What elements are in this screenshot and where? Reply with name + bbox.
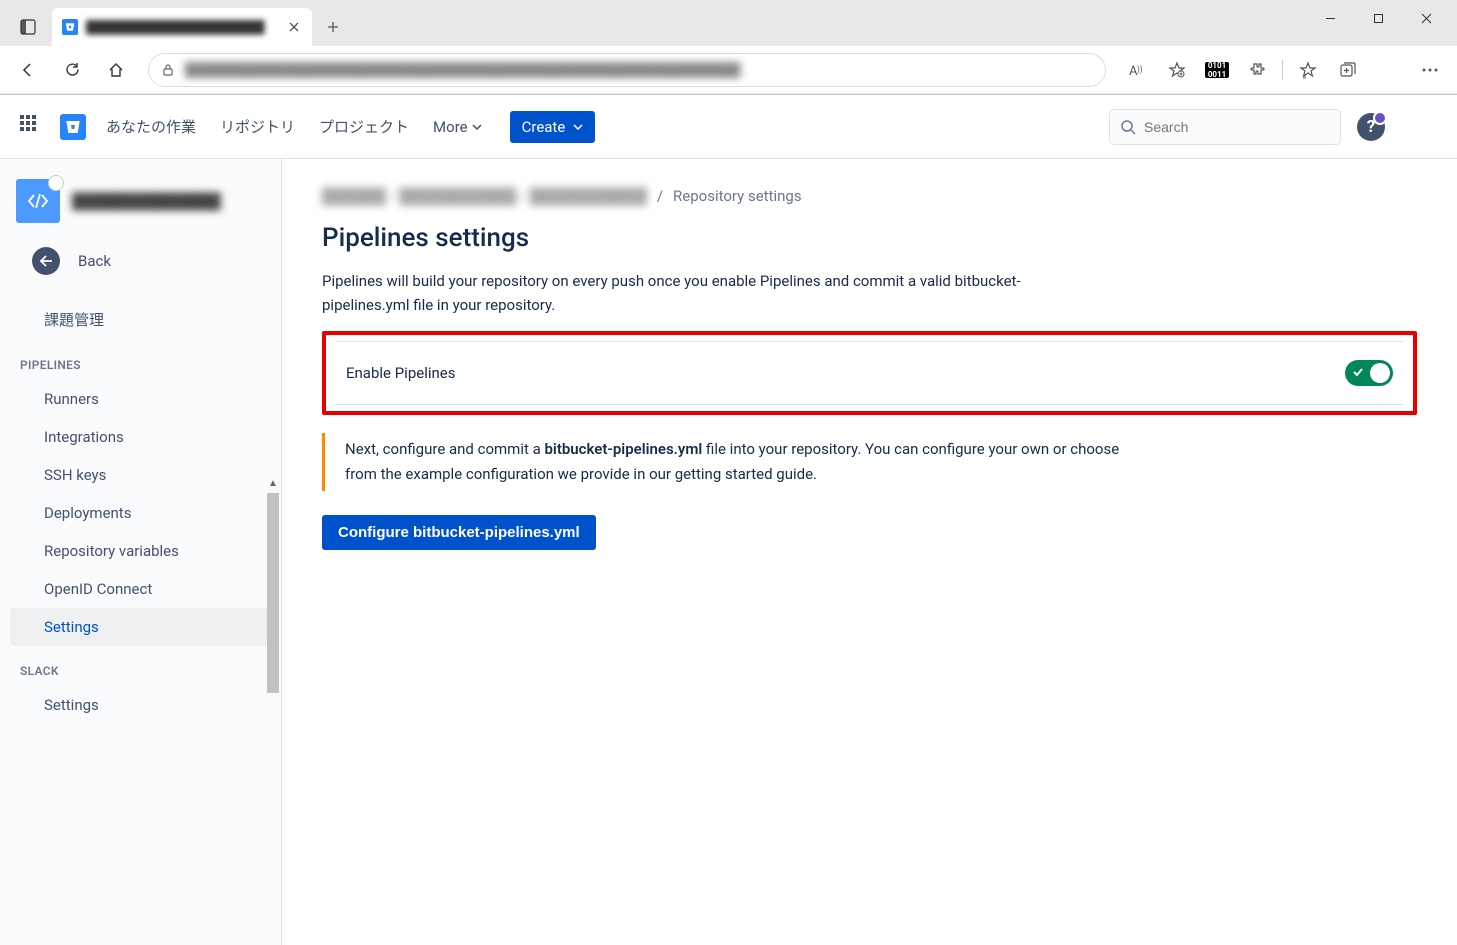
repo-icon [16,179,60,223]
browser-home-button[interactable] [96,50,136,90]
url-input[interactable] [185,62,1093,78]
page-description: Pipelines will build your repository on … [322,269,1102,317]
sidebar: ██████████████ Back 課題管理 PIPELINES Runne… [0,159,282,945]
scroll-up-arrow-icon[interactable]: ▲ [267,477,279,489]
address-bar[interactable] [148,53,1106,87]
breadcrumb: ██████ / ███████████ / ███████████ / Rep… [322,187,1417,205]
scrollbar-thumb[interactable] [267,493,279,693]
chevron-down-icon [472,124,482,130]
sidebar-scrollbar[interactable]: ▲ [265,493,281,913]
nav-projects[interactable]: プロジェクト [315,112,413,141]
enable-pipelines-label: Enable Pipelines [346,364,455,382]
sidebar-item-runners[interactable]: Runners [10,380,271,418]
nav-more[interactable]: More [429,114,486,140]
info-callout: Next, configure and commit a bitbucket-p… [322,433,1142,491]
repo-name: ██████████████ [72,192,221,210]
search-icon [1120,119,1136,135]
chevron-down-icon [573,124,583,130]
sidebar-item-openid[interactable]: OpenID Connect [10,570,271,608]
avatar[interactable] [1401,110,1437,144]
window-minimize-button[interactable] [1307,2,1353,34]
browser-back-button[interactable] [8,50,48,90]
sidebar-item-issue-mgmt[interactable]: 課題管理 [10,299,271,340]
sidebar-item-settings[interactable]: Settings [10,608,271,646]
read-aloud-icon[interactable]: A)) [1118,51,1156,89]
sidebar-item-slack-settings[interactable]: Settings [10,686,271,724]
nav-your-work[interactable]: あなたの作業 [102,112,200,141]
sidebar-item-ssh-keys[interactable]: SSH keys [10,456,271,494]
new-tab-button[interactable] [318,12,348,42]
sidebar-item-integrations[interactable]: Integrations [10,418,271,456]
help-button[interactable]: ? [1357,113,1385,141]
top-navigation: あなたの作業 リポジトリ プロジェクト More Create ? [0,95,1457,159]
page-title: Pipelines settings [322,223,1417,253]
toggle-knob [1370,363,1390,383]
extensions-icon[interactable] [1238,51,1276,89]
bitbucket-favicon [62,19,78,35]
lock-icon [161,63,175,77]
sidebar-section-pipelines: PIPELINES [0,340,281,380]
tab-title: █████████████████████ [86,20,278,34]
enable-pipelines-toggle[interactable] [1345,360,1393,386]
window-close-button[interactable] [1403,2,1449,34]
tab-overview-icon[interactable] [8,8,48,46]
check-icon [1352,366,1364,378]
collections-icon[interactable] [1329,51,1367,89]
svg-text:)): )) [1137,65,1143,74]
tab-close-icon[interactable] [286,19,302,35]
enable-pipelines-row: Enable Pipelines [336,341,1403,405]
configure-pipelines-button[interactable]: Configure bitbucket-pipelines.yml [322,515,596,550]
binary-extension-icon[interactable]: 01010011 [1198,51,1236,89]
main-content: ██████ / ███████████ / ███████████ / Rep… [282,159,1457,945]
repo-header[interactable]: ██████████████ [0,159,281,235]
favorite-icon[interactable] [1158,51,1196,89]
bitbucket-logo[interactable] [60,114,86,140]
browser-menu-icon[interactable] [1411,51,1449,89]
profile-placeholder[interactable] [1369,52,1409,88]
sidebar-item-repo-vars[interactable]: Repository variables [10,532,271,570]
breadcrumb-path[interactable]: ██████ / ███████████ / ███████████ [322,187,647,205]
favorites-list-icon[interactable] [1289,51,1327,89]
app-switcher-icon[interactable] [20,115,44,139]
create-button[interactable]: Create [510,111,596,143]
nav-repositories[interactable]: リポジトリ [216,112,299,141]
back-arrow-icon [32,247,60,275]
sidebar-back[interactable]: Back [0,235,281,295]
window-maximize-button[interactable] [1355,2,1401,34]
sidebar-section-slack: SLACK [0,646,281,686]
breadcrumb-current[interactable]: Repository settings [673,187,802,205]
search-input[interactable] [1144,119,1330,135]
sidebar-item-deployments[interactable]: Deployments [10,494,271,532]
browser-refresh-button[interactable] [52,50,92,90]
browser-tab[interactable]: █████████████████████ [52,8,312,46]
search-box[interactable] [1109,109,1341,145]
highlight-annotation: Enable Pipelines [322,331,1417,415]
